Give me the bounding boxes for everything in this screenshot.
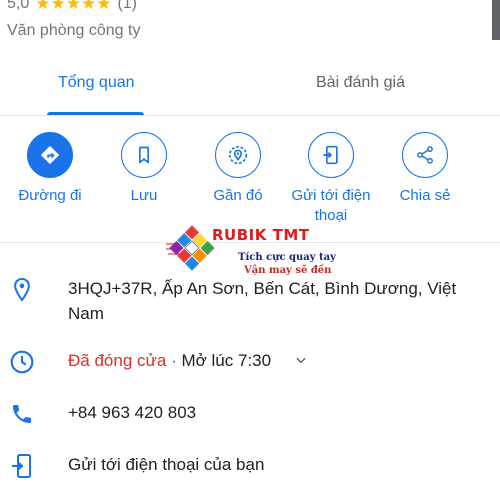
phone-icon	[8, 400, 36, 428]
hours-text: Đã đóng cửa · Mở lúc 7:30	[68, 348, 308, 374]
scrollbar[interactable]	[492, 0, 500, 40]
rubik-cube-logo-icon	[166, 225, 214, 271]
nearby-icon	[228, 145, 248, 165]
rating-row: 5,0 ★★★★★ (1)	[7, 0, 137, 14]
save-button[interactable]: Lưu	[99, 132, 189, 206]
share-button[interactable]: Chia sẻ	[380, 132, 470, 206]
rubik-tmt-watermark: RUBIK TMT Tích cực quay tay Vận may sẽ đ…	[150, 222, 360, 282]
rating-value: 5,0	[7, 0, 30, 12]
directions-icon	[40, 145, 60, 165]
send-to-phone-text: Gửi tới điện thoại của bạn	[68, 455, 265, 474]
rating-stars: ★★★★★	[35, 0, 112, 13]
watermark-line-1: Tích cực quay tay	[238, 252, 336, 263]
tab-reviews[interactable]: Bài đánh giá	[316, 74, 405, 92]
phone-number: +84 963 420 803	[68, 403, 197, 422]
watermark-line-2: Vận may sẽ đến	[244, 265, 332, 276]
send-to-device-icon	[8, 452, 36, 480]
send-to-phone-icon	[323, 145, 338, 165]
send-to-phone-button[interactable]: Gửi tới điện thoại	[286, 132, 376, 226]
send-to-phone-label: Gửi tới điện thoại	[291, 187, 371, 224]
share-label: Chia sẻ	[399, 187, 451, 204]
nearby-label: Gần đó	[213, 187, 263, 204]
address-text: 3HQJ+37R, Ấp An Sơn, Bến Cát, Bình Dương…	[68, 279, 457, 323]
save-label: Lưu	[130, 187, 158, 204]
tab-overview[interactable]: Tổng quan	[58, 74, 135, 92]
share-icon	[417, 146, 433, 164]
place-category[interactable]: Văn phòng công ty	[7, 22, 140, 40]
nearby-button[interactable]: Gần đó	[193, 132, 283, 206]
hours-open-time: Mở lúc 7:30	[181, 351, 272, 370]
directions-label: Đường đi	[18, 187, 82, 204]
directions-button[interactable]: Đường đi	[5, 132, 95, 206]
active-tab-indicator	[47, 112, 144, 115]
review-count[interactable]: (1)	[117, 0, 137, 13]
tab-bar: Tổng quan Bài đánh giá	[0, 56, 500, 116]
watermark-title: RUBIK TMT	[212, 226, 310, 244]
location-pin-icon	[8, 276, 36, 304]
chevron-down-icon[interactable]	[294, 349, 308, 374]
hours-separator: ·	[171, 351, 177, 370]
bookmark-icon	[139, 146, 149, 164]
clock-icon	[8, 348, 36, 376]
hours-status: Đã đóng cửa	[68, 351, 167, 370]
